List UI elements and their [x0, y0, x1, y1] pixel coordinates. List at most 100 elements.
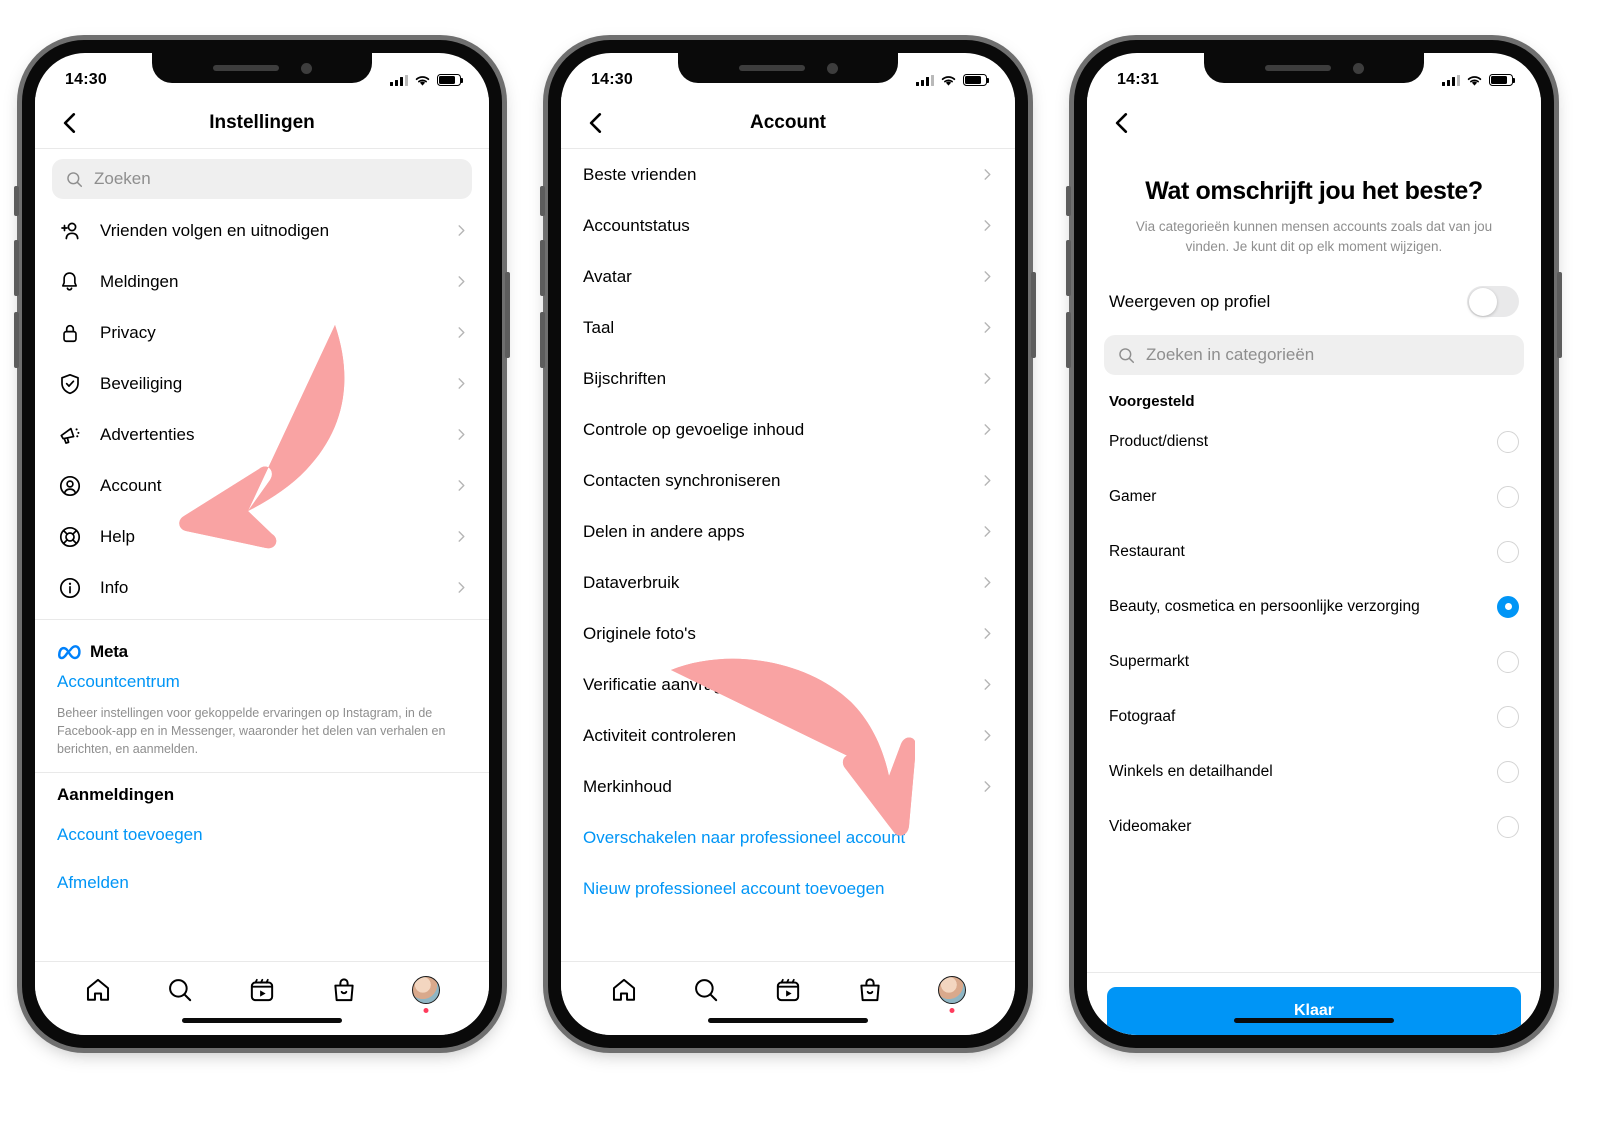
show-on-profile-toggle[interactable] [1467, 286, 1519, 318]
category-label: Gamer [1109, 487, 1157, 505]
meta-block: Meta Accountcentrum Beheer instellingen … [35, 626, 489, 772]
account-row-8[interactable]: Dataverbruik [561, 557, 1015, 608]
category-label: Fotograaf [1109, 707, 1176, 725]
category-label: Winkels en detailhandel [1109, 762, 1273, 780]
chevron-right-icon [984, 424, 991, 435]
switch-professional-account-row[interactable]: Overschakelen naar professioneel account [561, 812, 1015, 863]
category-radio[interactable] [1497, 485, 1519, 508]
shield-check-icon [57, 371, 82, 396]
add-account-row[interactable]: Account toevoegen [35, 811, 489, 859]
search-icon[interactable] [166, 976, 194, 1004]
chevron-left-icon[interactable] [1109, 110, 1135, 136]
account-row-2[interactable]: Avatar [561, 251, 1015, 302]
shop-bag-icon[interactable] [856, 976, 884, 1004]
chevron-right-icon [984, 577, 991, 588]
account-row-4[interactable]: Bijschriften [561, 353, 1015, 404]
volume-up-button[interactable] [14, 240, 19, 296]
done-button[interactable]: Klaar [1107, 987, 1521, 1035]
profile-tab[interactable] [938, 976, 966, 1013]
shop-bag-icon[interactable] [330, 976, 358, 1004]
search-icon [1119, 347, 1135, 363]
category-row-7[interactable]: Videomaker [1087, 799, 1541, 854]
category-search-input[interactable]: Zoeken in categorieën [1104, 335, 1524, 376]
account-row-12[interactable]: Merkinhoud [561, 761, 1015, 812]
front-camera-icon [300, 62, 312, 74]
chevron-right-icon [984, 628, 991, 639]
chevron-right-icon [458, 480, 465, 491]
home-icon[interactable] [84, 976, 112, 1004]
category-radio[interactable] [1497, 815, 1519, 838]
chevron-left-icon[interactable] [57, 110, 83, 136]
settings-row-account[interactable]: Account [35, 460, 489, 511]
logout-row[interactable]: Afmelden [35, 859, 489, 907]
settings-row-notifications[interactable]: Meldingen [35, 256, 489, 307]
power-button[interactable] [505, 272, 510, 358]
search-wrapper: Zoeken in categorieën [1087, 335, 1541, 381]
volume-up-button[interactable] [1066, 240, 1071, 296]
account-center-link[interactable]: Accountcentrum [57, 672, 180, 691]
category-radio[interactable] [1497, 705, 1519, 728]
home-icon[interactable] [610, 976, 638, 1004]
settings-row-security[interactable]: Beveiliging [35, 358, 489, 409]
row-label: Contacten synchroniseren [583, 470, 781, 490]
reels-icon[interactable] [248, 976, 276, 1004]
account-row-5[interactable]: Controle op gevoelige inhoud [561, 404, 1015, 455]
volume-down-button[interactable] [1066, 312, 1071, 368]
account-row-9[interactable]: Originele foto's [561, 608, 1015, 659]
category-radio[interactable] [1497, 540, 1519, 563]
account-row-6[interactable]: Contacten synchroniseren [561, 455, 1015, 506]
category-radio[interactable] [1497, 650, 1519, 673]
account-row-10[interactable]: Verificatie aanvragen [561, 659, 1015, 710]
category-label: Videomaker [1109, 817, 1192, 835]
add-professional-account-row[interactable]: Nieuw professioneel account toevoegen [561, 863, 1015, 914]
notification-dot [423, 1008, 429, 1013]
settings-row-info[interactable]: Info [35, 562, 489, 613]
phone1-screen: 14:30 Instellingen Zoeken Vrienden volge… [35, 53, 489, 1035]
mute-switch[interactable] [1066, 186, 1071, 216]
phone2-screen: 14:30 Account Beste vrienden Accountstat… [561, 53, 1015, 1035]
account-row-11[interactable]: Activiteit controleren [561, 710, 1015, 761]
bottom-tab-bar-1 [35, 961, 489, 1035]
settings-row-privacy[interactable]: Privacy [35, 307, 489, 358]
mute-switch[interactable] [540, 186, 545, 216]
volume-down-button[interactable] [14, 312, 19, 368]
category-row-6[interactable]: Winkels en detailhandel [1087, 744, 1541, 799]
chevron-right-icon [984, 373, 991, 384]
search-icon[interactable] [692, 976, 720, 1004]
search-placeholder: Zoeken in categorieën [1146, 345, 1315, 365]
category-row-2[interactable]: Restaurant [1087, 524, 1541, 579]
category-row-3[interactable]: Beauty, cosmetica en persoonlijke verzor… [1087, 579, 1541, 634]
row-label: Dataverbruik [583, 572, 680, 592]
volume-up-button[interactable] [540, 240, 545, 296]
row-label: Beste vrienden [583, 164, 697, 184]
reels-icon[interactable] [774, 976, 802, 1004]
suggested-heading: Voorgesteld [1109, 393, 1195, 411]
category-radio-selected[interactable] [1497, 595, 1519, 618]
wifi-icon [941, 75, 956, 86]
account-row-1[interactable]: Accountstatus [561, 200, 1015, 251]
chevron-left-icon[interactable] [583, 110, 609, 136]
volume-down-button[interactable] [540, 312, 545, 368]
account-row-7[interactable]: Delen in andere apps [561, 506, 1015, 557]
category-radio[interactable] [1497, 430, 1519, 453]
category-row-0[interactable]: Product/dienst [1087, 414, 1541, 469]
settings-row-ads[interactable]: Advertenties [35, 409, 489, 460]
account-row-3[interactable]: Taal [561, 302, 1015, 353]
category-row-5[interactable]: Fotograaf [1087, 689, 1541, 744]
settings-row-friends[interactable]: Vrienden volgen en uitnodigen [35, 205, 489, 256]
power-button[interactable] [1031, 272, 1036, 358]
category-radio[interactable] [1497, 760, 1519, 783]
power-button[interactable] [1557, 272, 1562, 358]
category-row-1[interactable]: Gamer [1087, 469, 1541, 524]
mute-switch[interactable] [14, 186, 19, 216]
row-label: Bijschriften [583, 368, 667, 388]
row-label: Activiteit controleren [583, 725, 737, 745]
category-row-4[interactable]: Supermarkt [1087, 634, 1541, 689]
search-input[interactable]: Zoeken [52, 159, 472, 199]
account-row-0[interactable]: Beste vrienden [561, 149, 1015, 200]
row-label: Info [100, 577, 129, 597]
cellular-signal-icon [1442, 74, 1460, 86]
settings-row-help[interactable]: Help [35, 511, 489, 562]
profile-tab[interactable] [412, 976, 440, 1013]
add-person-icon [57, 218, 82, 243]
